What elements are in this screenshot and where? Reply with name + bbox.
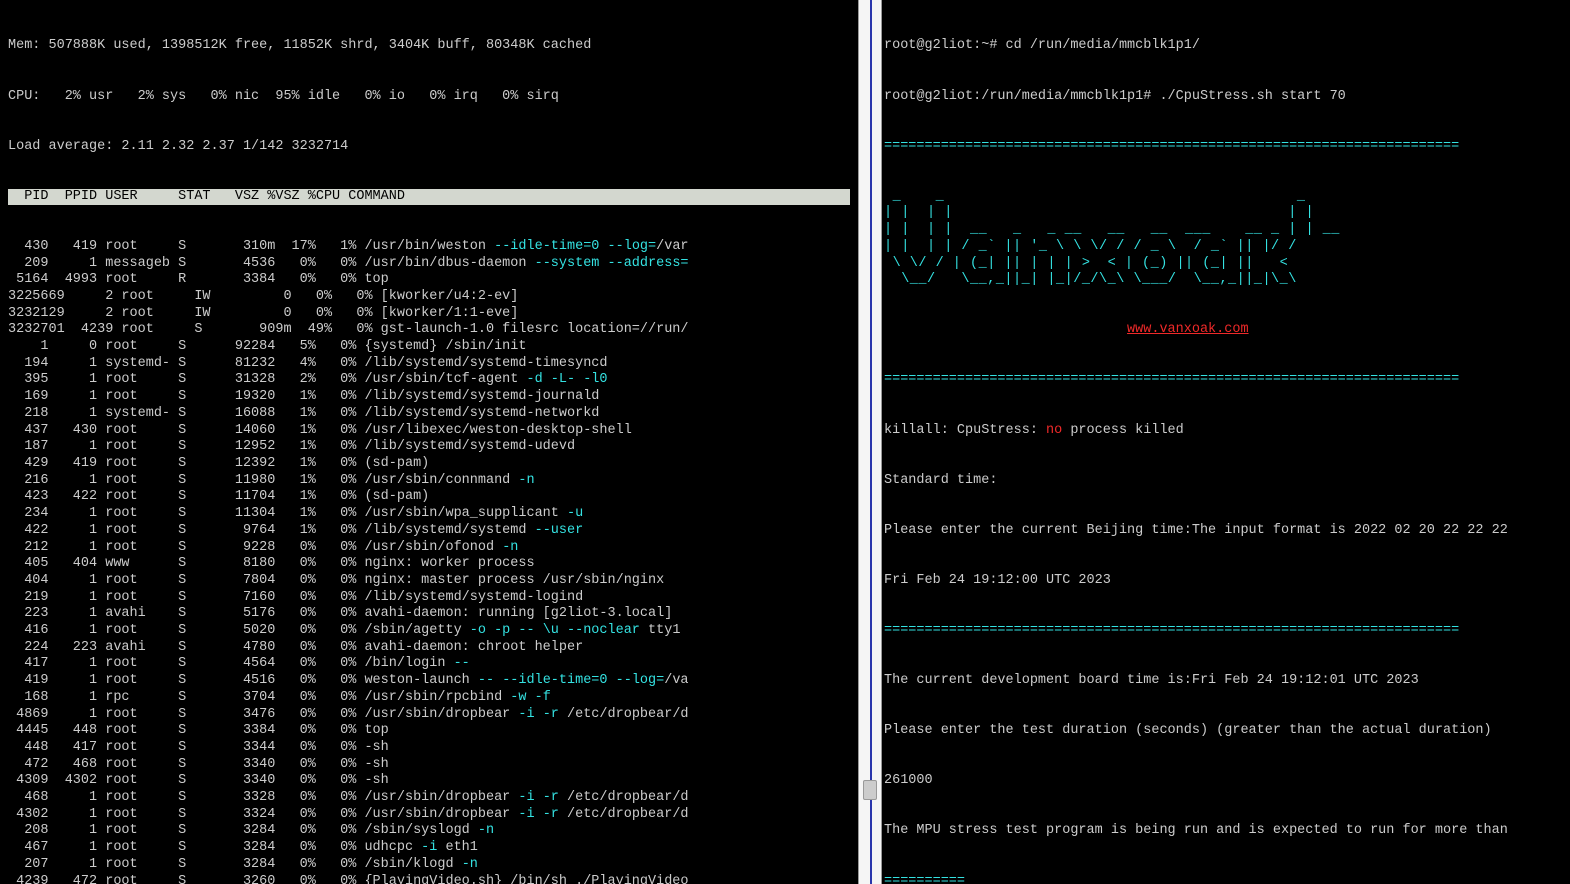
process-row: 208 1 root S 3284 0% 0% /sbin/syslogd -n bbox=[8, 823, 850, 840]
killall-line: killall: CpuStress: no process killed bbox=[884, 423, 1568, 440]
process-row: 4869 1 root S 3476 0% 0% /usr/sbin/dropb… bbox=[8, 707, 850, 724]
process-row: 223 1 avahi S 5176 0% 0% avahi-daemon: r… bbox=[8, 606, 850, 623]
process-row: 429 419 root S 12392 1% 0% (sd-pam) bbox=[8, 456, 850, 473]
process-row: 4239 472 root S 3260 0% 0% {PlayingVideo… bbox=[8, 874, 850, 884]
dev-time: The current development board time is:Fr… bbox=[884, 673, 1568, 690]
load-line: Load average: 2.11 2.32 2.37 1/142 32327… bbox=[8, 139, 850, 156]
process-row: 3232701 4239 root S 909m 49% 0% gst-laun… bbox=[8, 322, 850, 339]
process-row: 219 1 root S 7160 0% 0% /lib/systemd/sys… bbox=[8, 590, 850, 607]
process-row: 472 468 root S 3340 0% 0% -sh bbox=[8, 757, 850, 774]
top-header: PID PPID USER STAT VSZ %VSZ %CPU COMMAND bbox=[8, 189, 850, 206]
dur-num: 261000 bbox=[884, 773, 1568, 790]
test-dur: Please enter the test duration (seconds)… bbox=[884, 723, 1568, 740]
process-row: 209 1 messageb S 4536 0% 0% /usr/bin/dbu… bbox=[8, 256, 850, 273]
process-row: 4309 4302 root S 3340 0% 0% -sh bbox=[8, 773, 850, 790]
process-row: 3225669 2 root IW 0 0% 0% [kworker/u4:2-… bbox=[8, 289, 850, 306]
ascii-logo: _ _ _ | | | | | | | | | | __ _ _ __ __ _… bbox=[884, 189, 1568, 289]
short-div-1: ========== bbox=[884, 874, 1568, 884]
process-row: 404 1 root S 7804 0% 0% nginx: master pr… bbox=[8, 573, 850, 590]
process-row: 405 404 www S 8180 0% 0% nginx: worker p… bbox=[8, 556, 850, 573]
left-terminal[interactable]: Mem: 507888K used, 1398512K free, 11852K… bbox=[0, 0, 858, 884]
process-row: 448 417 root S 3344 0% 0% -sh bbox=[8, 740, 850, 757]
process-row: 224 223 avahi S 4780 0% 0% avahi-daemon:… bbox=[8, 640, 850, 657]
cmd-run: root@g2liot:/run/media/mmcblk1p1# ./CpuS… bbox=[884, 89, 1568, 106]
process-row: 5164 4993 root R 3384 0% 0% top bbox=[8, 272, 850, 289]
mem-line: Mem: 507888K used, 1398512K free, 11852K… bbox=[8, 38, 850, 55]
scrollbar-thumb[interactable] bbox=[863, 780, 877, 800]
vanxoak-url[interactable]: www.vanxoak.com bbox=[1127, 322, 1249, 337]
process-row: 467 1 root S 3284 0% 0% udhcpc -i eth1 bbox=[8, 840, 850, 857]
process-row: 234 1 root S 11304 1% 0% /usr/sbin/wpa_s… bbox=[8, 506, 850, 523]
process-row: 216 1 root S 11980 1% 0% /usr/sbin/connm… bbox=[8, 473, 850, 490]
pane-divider[interactable] bbox=[858, 0, 882, 884]
fri-date: Fri Feb 24 19:12:00 UTC 2023 bbox=[884, 573, 1568, 590]
url-line: www.vanxoak.com bbox=[884, 322, 1568, 339]
process-row: 395 1 root S 31328 2% 0% /usr/sbin/tcf-a… bbox=[8, 372, 850, 389]
process-row: 419 1 root S 4516 0% 0% weston-launch --… bbox=[8, 673, 850, 690]
process-row: 1 0 root S 92284 5% 0% {systemd} /sbin/i… bbox=[8, 339, 850, 356]
process-row: 4302 1 root S 3324 0% 0% /usr/sbin/dropb… bbox=[8, 807, 850, 824]
process-row: 207 1 root S 3284 0% 0% /sbin/klogd -n bbox=[8, 857, 850, 874]
process-row: 437 430 root S 14060 1% 0% /usr/libexec/… bbox=[8, 423, 850, 440]
process-row: 212 1 root S 9228 0% 0% /usr/sbin/ofonod… bbox=[8, 540, 850, 557]
std-time: Standard time: bbox=[884, 473, 1568, 490]
process-row: 468 1 root S 3328 0% 0% /usr/sbin/dropbe… bbox=[8, 790, 850, 807]
divider-top: ========================================… bbox=[884, 139, 1568, 156]
process-row: 422 1 root S 9764 1% 0% /lib/systemd/sys… bbox=[8, 523, 850, 540]
process-row: 4445 448 root S 3384 0% 0% top bbox=[8, 723, 850, 740]
process-row: 416 1 root S 5020 0% 0% /sbin/agetty -o … bbox=[8, 623, 850, 640]
process-row: 417 1 root S 4564 0% 0% /bin/login -- bbox=[8, 656, 850, 673]
process-row: 430 419 root S 310m 17% 1% /usr/bin/west… bbox=[8, 239, 850, 256]
cmd-cd: root@g2liot:~# cd /run/media/mmcblk1p1/ bbox=[884, 38, 1568, 55]
process-row: 194 1 systemd- S 81232 4% 0% /lib/system… bbox=[8, 356, 850, 373]
cpu-line: CPU: 2% usr 2% sys 0% nic 95% idle 0% io… bbox=[8, 89, 850, 106]
divider-line bbox=[870, 0, 872, 884]
process-list: 430 419 root S 310m 17% 1% /usr/bin/west… bbox=[8, 239, 850, 884]
process-row: 169 1 root S 19320 1% 0% /lib/systemd/sy… bbox=[8, 389, 850, 406]
right-terminal[interactable]: root@g2liot:~# cd /run/media/mmcblk1p1/ … bbox=[882, 0, 1570, 884]
process-row: 3232129 2 root IW 0 0% 0% [kworker/1:1-e… bbox=[8, 306, 850, 323]
process-row: 187 1 root S 12952 1% 0% /lib/systemd/sy… bbox=[8, 439, 850, 456]
mpu-line: The MPU stress test program is being run… bbox=[884, 823, 1568, 840]
process-row: 218 1 systemd- S 16088 1% 0% /lib/system… bbox=[8, 406, 850, 423]
process-row: 168 1 rpc S 3704 0% 0% /usr/sbin/rpcbind… bbox=[8, 690, 850, 707]
divider-2: ========================================… bbox=[884, 623, 1568, 640]
divider-bot: ========================================… bbox=[884, 372, 1568, 389]
process-row: 423 422 root S 11704 1% 0% (sd-pam) bbox=[8, 489, 850, 506]
enter-bj: Please enter the current Beijing time:Th… bbox=[884, 523, 1568, 540]
